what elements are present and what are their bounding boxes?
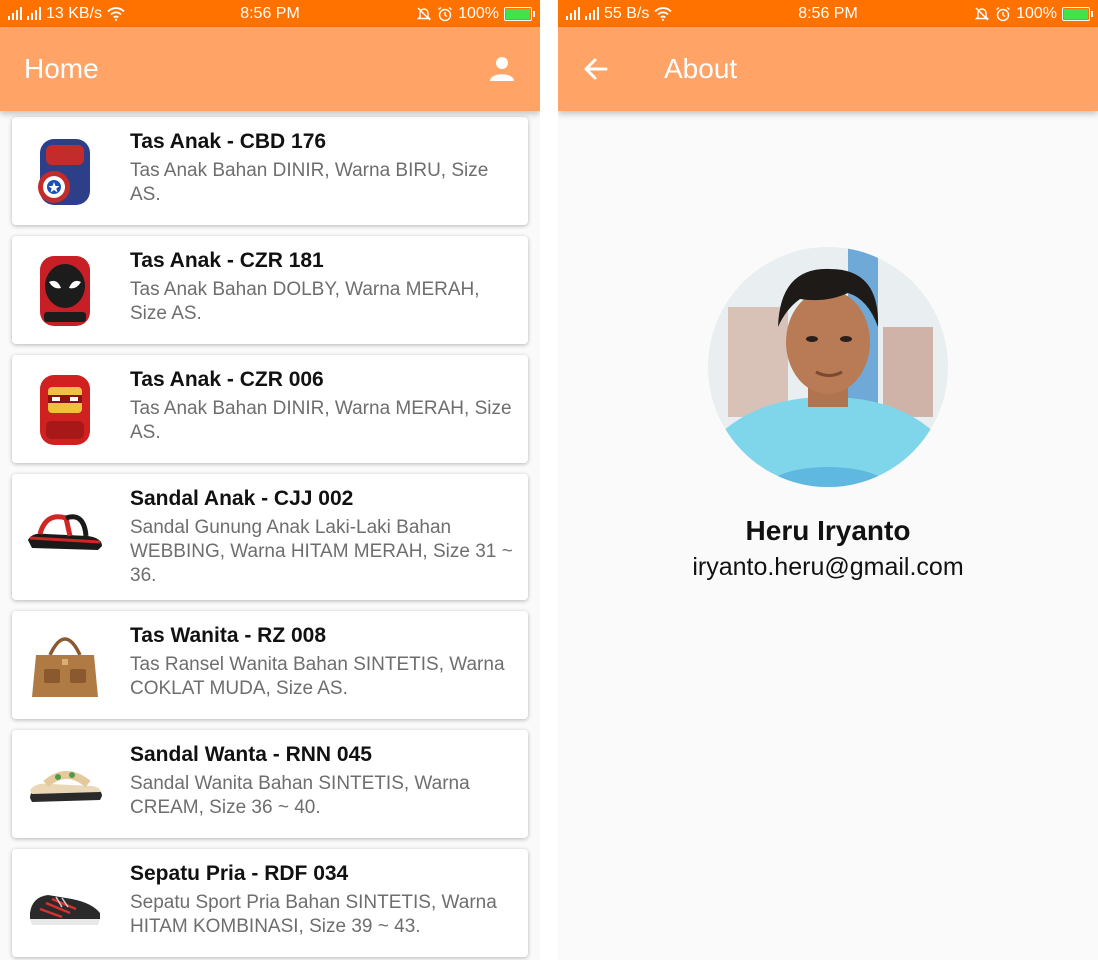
- signal-icon: [27, 7, 41, 20]
- red-backpack-image: [40, 375, 90, 445]
- home-screen: 13 KB/s 8:56 PM 100% Home Tas Anak - CBD…: [0, 0, 540, 960]
- product-image: [26, 367, 104, 451]
- battery-icon: [504, 6, 535, 21]
- product-card[interactable]: Tas Anak - CZR 181 Tas Anak Bahan DOLBY,…: [12, 236, 528, 344]
- profile-email: iryanto.heru@gmail.com: [692, 553, 964, 581]
- page-title: About: [664, 53, 738, 84]
- product-name: Sandal Wanta - RNN 045: [130, 743, 372, 766]
- product-image: [26, 861, 104, 945]
- page-title: Home: [24, 53, 99, 84]
- signal-icon: [566, 7, 580, 20]
- product-description: Tas Ransel Wanita Bahan SINTETIS, Warna …: [130, 654, 505, 699]
- product-card[interactable]: Tas Wanita - RZ 008 Tas Ransel Wanita Ba…: [12, 611, 528, 719]
- product-description: Tas Anak Bahan DINIR, Warna MERAH, Size …: [130, 398, 512, 443]
- product-card[interactable]: Tas Anak - CZR 006 Tas Anak Bahan DINIR,…: [12, 355, 528, 463]
- signal-icon: [585, 7, 599, 20]
- app-bar: About: [558, 27, 1098, 111]
- cream-sandal-image: [30, 771, 102, 802]
- battery-percent: 100%: [458, 4, 499, 22]
- alarm-icon: [438, 6, 453, 21]
- network-speed: 13 KB/s: [46, 4, 103, 22]
- product-description: Tas Anak Bahan DOLBY, Warna MERAH, Size …: [130, 279, 480, 324]
- product-card[interactable]: Sepatu Pria - RDF 034 Sepatu Sport Pria …: [12, 849, 528, 957]
- mute-icon: [974, 7, 990, 20]
- profile-photo: [708, 247, 948, 487]
- battery-icon: [1062, 6, 1093, 21]
- account-icon[interactable]: [488, 55, 516, 83]
- black-red-sandal-image: [28, 514, 102, 550]
- product-description: Tas Anak Bahan DINIR, Warna BIRU, Size A…: [130, 160, 489, 205]
- back-arrow-icon[interactable]: [582, 55, 610, 83]
- spiderman-backpack-image: [40, 256, 90, 326]
- wifi-icon: [654, 6, 673, 21]
- brown-handbag-image: [32, 637, 98, 697]
- product-description: Sandal Gunung Anak Laki-Laki Bahan WEBBI…: [130, 517, 513, 586]
- about-screen: 55 B/s 8:56 PM 100% About Heru Iryanto i…: [558, 0, 1098, 960]
- product-list: Tas Anak - CBD 176 Tas Anak Bahan DINIR,…: [0, 111, 540, 957]
- app-bar: Home: [0, 27, 540, 111]
- product-card[interactable]: Sandal Anak - CJJ 002 Sandal Gunung Anak…: [12, 474, 528, 600]
- product-description: Sepatu Sport Pria Bahan SINTETIS, Warna …: [130, 892, 497, 937]
- product-description: Sandal Wanita Bahan SINTETIS, Warna CREA…: [130, 773, 470, 818]
- signal-icon: [8, 7, 22, 20]
- product-name: Tas Anak - CZR 006: [130, 368, 324, 391]
- product-name: Sepatu Pria - RDF 034: [130, 862, 349, 885]
- product-name: Tas Anak - CZR 181: [130, 249, 324, 272]
- wifi-icon: [107, 6, 125, 21]
- product-image: [26, 248, 104, 332]
- avatar: [708, 247, 948, 487]
- product-name: Sandal Anak - CJJ 002: [130, 487, 354, 510]
- product-card[interactable]: Sandal Wanta - RNN 045 Sandal Wanita Bah…: [12, 730, 528, 838]
- status-bar: 13 KB/s 8:56 PM 100%: [0, 0, 540, 27]
- battery-percent: 100%: [1016, 4, 1057, 22]
- product-image: [26, 742, 104, 826]
- profile-section: Heru Iryanto iryanto.heru@gmail.com: [558, 111, 1098, 582]
- product-card[interactable]: Tas Anak - CBD 176 Tas Anak Bahan DINIR,…: [12, 117, 528, 225]
- mute-icon: [416, 7, 432, 20]
- network-speed: 55 B/s: [604, 4, 650, 22]
- alarm-icon: [996, 6, 1011, 21]
- profile-name: Heru Iryanto: [745, 515, 911, 546]
- product-name: Tas Anak - CBD 176: [130, 130, 327, 153]
- screen-divider: [540, 0, 558, 960]
- product-name: Tas Wanita - RZ 008: [130, 624, 327, 647]
- product-image: [26, 129, 104, 213]
- product-image: [26, 623, 104, 707]
- blue-backpack-image: [38, 139, 90, 205]
- sport-shoe-image: [30, 895, 100, 925]
- product-image: [26, 486, 104, 570]
- screens: 13 KB/s 8:56 PM 100% Home Tas Anak - CBD…: [0, 0, 1098, 960]
- status-bar: 55 B/s 8:56 PM 100%: [558, 0, 1098, 27]
